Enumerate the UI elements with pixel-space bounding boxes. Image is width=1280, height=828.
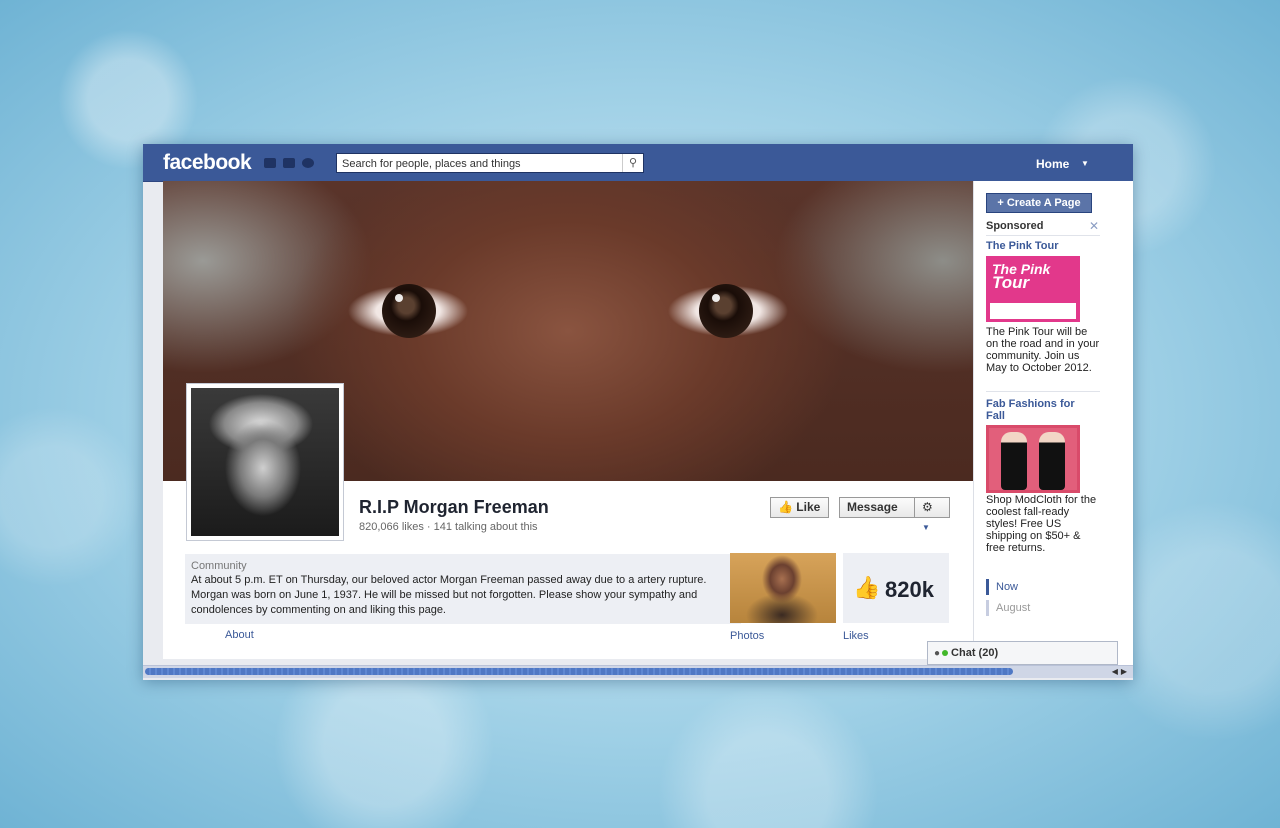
page-options-button[interactable]: ⚙ ▼	[914, 497, 950, 532]
right-sidebar: + Create A Page Sponsored ✕ The Pink Tou…	[973, 181, 1133, 665]
timeline-item-august[interactable]: August	[986, 600, 1030, 616]
cover-eye-right	[699, 284, 753, 338]
ad-title[interactable]: Fab Fashions for Fall	[986, 398, 1096, 422]
ad-image-text: Tour	[992, 273, 1030, 292]
message-button-label: Message	[847, 500, 898, 514]
message-button[interactable]: Message	[839, 497, 915, 518]
like-button-label: Like	[796, 500, 821, 514]
about-link[interactable]: About	[225, 629, 254, 641]
ad-title[interactable]: The Pink Tour	[986, 240, 1096, 252]
dress-image	[1001, 432, 1027, 490]
thumbs-up-icon: 👍	[778, 500, 793, 514]
cover-eye-left	[382, 284, 436, 338]
account-menu-chevron-down-icon[interactable]: ▼	[1081, 159, 1089, 168]
page-description: At about 5 p.m. ET on Thursday, our belo…	[191, 574, 707, 616]
top-navigation-bar: facebook ⚲ Home ▼	[143, 144, 1133, 182]
create-page-button[interactable]: + Create A Page	[986, 193, 1092, 213]
photos-thumbnail[interactable]	[730, 553, 836, 623]
notifications-globe-icon[interactable]	[302, 158, 314, 168]
close-icon[interactable]: ✕	[1089, 219, 1099, 233]
search-box: ⚲	[336, 153, 644, 173]
about-box: Community At about 5 p.m. ET on Thursday…	[185, 554, 741, 624]
chat-tab[interactable]: ● Chat (20)	[927, 641, 1118, 665]
ad-text: Shop ModCloth for the coolest fall-ready…	[986, 494, 1097, 554]
cover-eye-right-highlight	[712, 294, 720, 302]
thumbs-up-icon: 👍	[853, 575, 881, 600]
page-category: Community	[191, 560, 247, 572]
chat-label: Chat (20)	[951, 647, 999, 659]
sponsored-label: Sponsored	[986, 220, 1044, 232]
ad-text: The Pink Tour will be on the road and in…	[986, 326, 1100, 374]
online-status-icon	[942, 650, 949, 656]
facebook-logo[interactable]: facebook	[163, 151, 252, 175]
scrollbar-thumb[interactable]	[145, 668, 1013, 675]
cover-eye-left-highlight	[395, 294, 403, 302]
chat-user-icon: ●	[934, 648, 941, 659]
search-icon[interactable]: ⚲	[622, 154, 643, 172]
profile-picture[interactable]	[186, 383, 344, 541]
timeline-item-now[interactable]: Now	[986, 579, 1018, 595]
home-link[interactable]: Home	[1036, 157, 1069, 171]
search-input[interactable]	[337, 155, 622, 173]
like-button[interactable]: 👍 Like	[770, 497, 829, 518]
divider	[986, 235, 1100, 236]
ad-image-logos	[990, 303, 1076, 319]
divider	[986, 391, 1100, 392]
avatar	[191, 388, 339, 536]
ad-image-pink-tour[interactable]: The Pink Tour	[986, 256, 1080, 322]
gear-icon: ⚙	[922, 500, 933, 514]
scroll-arrows-icon[interactable]: ◀▶	[1112, 666, 1130, 677]
likes-count: 820k	[885, 577, 934, 602]
messages-icon[interactable]	[283, 158, 295, 168]
page-stats: 820,066 likes · 141 talking about this	[359, 521, 538, 533]
likes-link[interactable]: Likes	[843, 630, 869, 642]
facebook-window: facebook ⚲ Home ▼ R.I.P Morgan Freeman 8…	[143, 144, 1133, 680]
friend-requests-icon[interactable]	[264, 158, 276, 168]
photos-link[interactable]: Photos	[730, 630, 764, 642]
dress-image	[1039, 432, 1065, 490]
horizontal-scrollbar[interactable]: ◀▶	[143, 665, 1133, 678]
chevron-down-icon: ▼	[922, 523, 930, 532]
page-title: R.I.P Morgan Freeman	[359, 497, 549, 517]
ad-image-fashion[interactable]	[986, 425, 1080, 493]
likes-thumbnail[interactable]: 👍 820k	[843, 553, 949, 623]
